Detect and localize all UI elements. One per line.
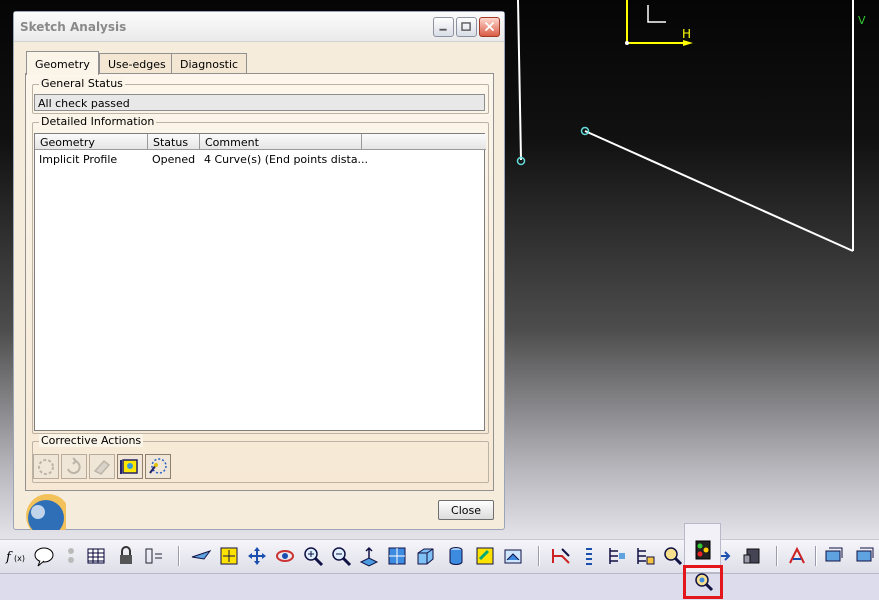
cylinder-icon[interactable] <box>445 545 467 567</box>
status-bar <box>0 573 879 600</box>
close-button[interactable]: Close <box>438 500 494 520</box>
general-status-legend: General Status <box>39 77 125 90</box>
origin-corner <box>647 5 666 23</box>
toolbar-separator <box>178 546 180 566</box>
row-comment: 4 Curve(s) (End points dista... <box>204 153 369 166</box>
output-icon[interactable] <box>606 545 628 567</box>
row-geometry: Implicit Profile <box>39 153 118 166</box>
fit-all-icon[interactable] <box>218 545 240 567</box>
minimize-button[interactable] <box>433 17 454 37</box>
rotate-view-icon[interactable] <box>274 545 296 567</box>
axis-label-h: H <box>682 27 691 41</box>
maximize-button[interactable] <box>456 17 477 37</box>
close-profile-button[interactable] <box>33 454 59 479</box>
apply-material-icon[interactable] <box>474 545 496 567</box>
publish-icon[interactable] <box>634 545 656 567</box>
window-icon[interactable] <box>741 545 763 567</box>
row-status: Opened <box>152 153 196 166</box>
general-status-field: All check passed <box>34 94 485 111</box>
svg-text:(x): (x) <box>14 554 25 563</box>
zoom-out-icon[interactable] <box>330 545 352 567</box>
tab-diagnostic[interactable]: Diagnostic <box>171 53 248 74</box>
pan-icon[interactable] <box>246 545 268 567</box>
normal-view-icon[interactable] <box>358 545 380 567</box>
sketch-check-icon[interactable] <box>662 545 684 567</box>
highlighted-tool[interactable] <box>683 565 723 599</box>
window-close-button[interactable] <box>479 17 500 37</box>
column-header-empty <box>362 134 486 150</box>
erase-icon <box>93 459 111 475</box>
vertical-line <box>517 0 522 161</box>
tab-geometry[interactable]: Geometry <box>26 51 99 75</box>
toolbar-separator <box>776 546 778 566</box>
rotate-point-button[interactable] <box>61 454 87 479</box>
constraint-icon[interactable] <box>143 545 165 567</box>
close-icon <box>484 21 495 32</box>
minimize-icon <box>439 28 447 31</box>
toolbar-separator <box>538 546 540 566</box>
comment-icon[interactable] <box>33 545 55 567</box>
origin-point <box>625 41 629 45</box>
sketch-analysis-icon <box>695 573 714 592</box>
globe-icon <box>26 494 66 530</box>
print-icon[interactable] <box>786 545 808 567</box>
dialog-title: Sketch Analysis <box>20 20 127 34</box>
erase-button[interactable] <box>89 454 115 479</box>
fly-icon[interactable] <box>190 545 212 567</box>
rotate-point-icon <box>67 457 81 474</box>
hide-constraints-button[interactable] <box>145 454 171 479</box>
profile-icon[interactable] <box>578 545 600 567</box>
maximize-icon <box>461 22 471 31</box>
corrective-actions-legend: Corrective Actions <box>39 434 144 447</box>
sketch-analysis-dialog: Sketch Analysis Geometry Use-edges Diagn… <box>13 11 505 530</box>
detailed-information-table[interactable]: Geometry Status Comment Implicit Profile… <box>34 133 486 431</box>
stack-icon[interactable] <box>823 545 845 567</box>
view-mode-icon[interactable] <box>414 545 436 567</box>
column-header-comment[interactable]: Comment <box>200 134 362 150</box>
column-header-status[interactable]: Status <box>148 134 200 150</box>
toolbar-separator <box>815 546 817 566</box>
bottom-toolbar: f (x) <box>0 539 879 573</box>
dependency-icon[interactable] <box>60 545 82 567</box>
close-profile-icon <box>38 459 54 475</box>
stack-2-icon[interactable] <box>854 545 876 567</box>
axis-label-v: V <box>858 14 866 27</box>
dialog-titlebar[interactable]: Sketch Analysis <box>14 12 504 42</box>
hide-show-icon[interactable] <box>502 545 524 567</box>
tab-panel: General Status All check passed Detailed… <box>25 73 494 491</box>
quick-view-icon[interactable] <box>386 545 408 567</box>
formula-icon[interactable]: f (x) <box>5 545 27 567</box>
diagonal-line <box>584 130 854 252</box>
lock-icon[interactable] <box>115 545 137 567</box>
hide-constraints-icon <box>149 458 167 474</box>
sketch-analysis-traffic-icon[interactable] <box>691 538 715 562</box>
table-icon[interactable] <box>85 545 107 567</box>
detailed-information-legend: Detailed Information <box>39 115 157 128</box>
sketch-solve-icon[interactable] <box>550 545 572 567</box>
column-header-geometry[interactable]: Geometry <box>35 134 148 150</box>
tab-use-edges[interactable]: Use-edges <box>99 53 175 74</box>
svg-text:f: f <box>5 550 13 565</box>
zoom-in-icon[interactable] <box>302 545 324 567</box>
hide-constructions-icon <box>120 459 138 474</box>
hide-constructions-button[interactable] <box>117 454 143 479</box>
